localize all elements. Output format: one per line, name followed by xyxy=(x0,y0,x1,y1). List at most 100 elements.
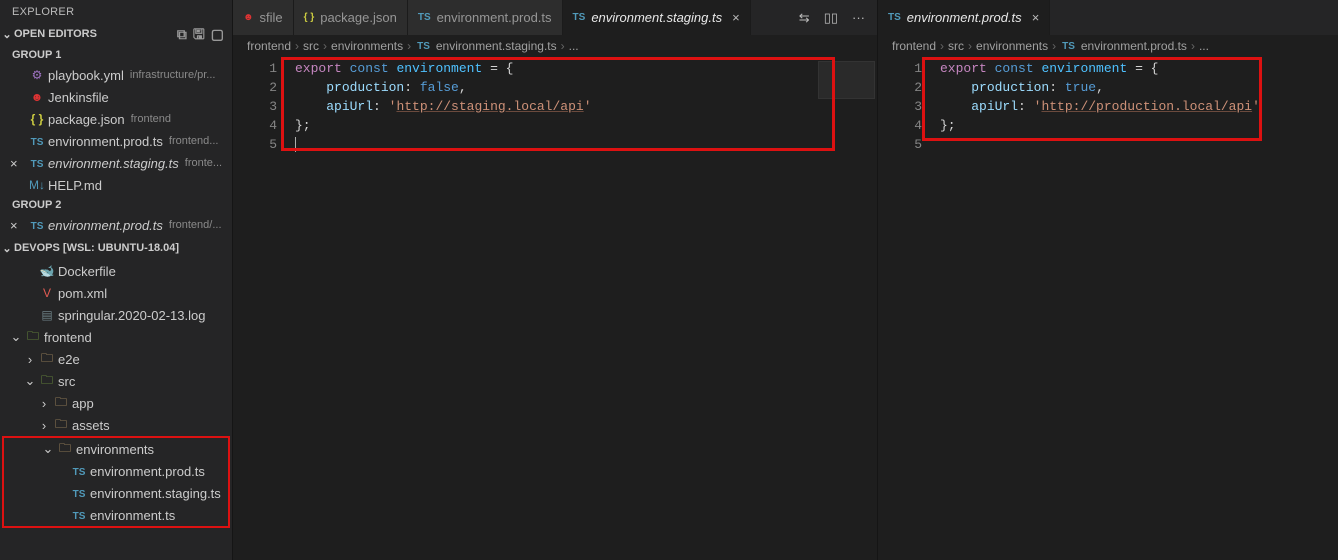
file-icon: TS xyxy=(573,12,586,23)
tree-label: app xyxy=(72,396,94,411)
tree-item[interactable]: Vpom.xml xyxy=(0,282,232,304)
environments-highlight-box: ⌄🗀environments TSenvironment.prod.tsTSen… xyxy=(2,436,230,528)
editor-tab[interactable]: TSenvironment.prod.ts× xyxy=(878,0,1050,35)
file-name: environment.prod.ts xyxy=(48,134,163,149)
save-all-icon[interactable]: 🖫 xyxy=(193,27,205,41)
workspace-label: DEVOPS [WSL: UBUNTU-18.04] xyxy=(14,242,179,254)
file-name: HELP.md xyxy=(48,178,102,193)
close-icon[interactable]: × xyxy=(10,218,26,233)
editor-tab[interactable]: ☻ sfile xyxy=(233,0,294,35)
chevron-icon: ⌄ xyxy=(24,373,36,389)
file-icon: 🗀 xyxy=(36,349,58,370)
tree-label: environment.prod.ts xyxy=(90,464,205,479)
tab-label: environment.prod.ts xyxy=(437,10,552,25)
close-icon[interactable]: × xyxy=(10,156,26,171)
explorer-title: EXPLORER xyxy=(0,0,232,22)
file-icon: TS xyxy=(68,486,90,500)
tree-label: environment.ts xyxy=(90,508,175,523)
file-icon: 🗀 xyxy=(22,327,44,348)
tree-item[interactable]: ›🗀e2e xyxy=(0,348,232,370)
file-path: infrastructure/pr... xyxy=(130,69,216,81)
tree-label: environments xyxy=(76,442,154,457)
file-icon: 🐋 xyxy=(36,264,58,278)
code-right[interactable]: 12345 export const environment = { produ… xyxy=(878,57,1338,560)
file-icon: TS xyxy=(888,12,901,23)
tab-label: package.json xyxy=(320,10,397,25)
file-name: environment.staging.ts xyxy=(48,156,179,171)
code-highlight-box xyxy=(922,57,1262,141)
file-icon: 🗀 xyxy=(50,415,72,436)
toggle-layout-icon[interactable]: ▢ xyxy=(211,27,224,41)
breadcrumbs-right[interactable]: frontend› src› environments› TS environm… xyxy=(878,35,1338,57)
tree-item[interactable]: TSenvironment.prod.ts xyxy=(4,460,228,482)
workspace-header[interactable]: ⌄ DEVOPS [WSL: UBUNTU-18.04] xyxy=(0,236,232,260)
breadcrumbs-left[interactable]: frontend› src› environments› TS environm… xyxy=(233,35,877,57)
file-icon: ☻ xyxy=(243,12,254,23)
ts-icon: TS xyxy=(1062,41,1075,52)
open-editor-item[interactable]: ×TSenvironment.prod.ts frontend/... xyxy=(0,214,232,236)
tree-item[interactable]: ›🗀app xyxy=(0,392,232,414)
tree-item[interactable]: ⌄🗀environments xyxy=(4,438,228,460)
tree-label: environment.staging.ts xyxy=(90,486,221,501)
file-icon: ▤ xyxy=(36,308,58,322)
file-icon: TS xyxy=(418,12,431,23)
file-name: package.json xyxy=(48,112,125,127)
tree-label: springular.2020-02-13.log xyxy=(58,308,205,323)
more-icon[interactable]: ··· xyxy=(852,10,865,25)
open-editor-item[interactable]: ☻Jenkinsfile xyxy=(0,86,232,108)
tree-label: assets xyxy=(72,418,110,433)
tree-item[interactable]: TSenvironment.ts xyxy=(4,504,228,526)
compare-icon[interactable]: ⇆ xyxy=(799,10,810,26)
tree-item[interactable]: ▤springular.2020-02-13.log xyxy=(0,304,232,326)
file-name: playbook.yml xyxy=(48,68,124,83)
code-left[interactable]: 12345 export const environment = { produ… xyxy=(233,57,877,560)
editor-tab[interactable]: { }package.json xyxy=(294,0,408,35)
open-editor-item[interactable]: ⚙playbook.yml infrastructure/pr... xyxy=(0,64,232,86)
file-icon: TS xyxy=(68,508,90,522)
close-icon[interactable]: × xyxy=(732,10,740,25)
file-path: frontend/... xyxy=(169,219,222,231)
explorer-sidebar: EXPLORER ⌄ OPEN EDITORS ⧉ 🖫 ▢ GROUP 1 ⚙p… xyxy=(0,0,232,560)
tree-label: e2e xyxy=(58,352,80,367)
editor-right-pane: TSenvironment.prod.ts× frontend› src› en… xyxy=(877,0,1338,560)
open-editor-item[interactable]: TSenvironment.prod.tsfrontend... xyxy=(0,130,232,152)
file-name: Jenkinsfile xyxy=(48,90,109,105)
open-editor-item[interactable]: ×TSenvironment.staging.tsfronte... xyxy=(0,152,232,174)
tree-item[interactable]: ⌄🗀frontend xyxy=(0,326,232,348)
chevron-icon: ⌄ xyxy=(42,441,54,457)
file-icon: ⚙ xyxy=(26,68,48,82)
file-icon: 🗀 xyxy=(36,371,58,392)
chevron-icon: › xyxy=(38,396,50,411)
open-editor-item[interactable]: { }package.json frontend xyxy=(0,108,232,130)
file-icon: 🗀 xyxy=(50,393,72,414)
file-path: frontend xyxy=(131,113,171,125)
editor-tab[interactable]: TS environment.prod.ts xyxy=(408,0,563,35)
file-icon: TS xyxy=(26,218,48,232)
chevron-down-icon: ⌄ xyxy=(0,28,14,41)
open-editor-item[interactable]: M↓HELP.md xyxy=(0,174,232,196)
file-path: frontend... xyxy=(169,135,219,147)
tab-label: sfile xyxy=(260,10,283,25)
new-untitled-icon[interactable]: ⧉ xyxy=(177,27,187,41)
file-icon: { } xyxy=(26,112,48,126)
file-name: environment.prod.ts xyxy=(48,218,163,233)
tree-item[interactable]: 🐋Dockerfile xyxy=(0,260,232,282)
editors-area: ☻sfile{ }package.jsonTSenvironment.prod.… xyxy=(232,0,1338,560)
tree-item[interactable]: ⌄🗀src xyxy=(0,370,232,392)
editor-left-pane: ☻ sfile { }package.json TS environment.prod.… xyxy=(232,0,877,560)
close-icon[interactable]: × xyxy=(1032,10,1040,25)
open-editors-header[interactable]: ⌄ OPEN EDITORS ⧉ 🖫 ▢ xyxy=(0,22,232,46)
group-2-label: GROUP 2 xyxy=(0,196,232,214)
file-icon: TS xyxy=(68,464,90,478)
file-icon: M↓ xyxy=(26,178,48,192)
tab-label: environment.staging.ts xyxy=(591,10,722,25)
split-editor-icon[interactable]: ▯▯ xyxy=(824,10,838,26)
chevron-icon: › xyxy=(24,352,36,367)
code-highlight-box xyxy=(281,57,835,151)
group-1-label: GROUP 1 xyxy=(0,46,232,64)
editor-tab[interactable]: TS environment.staging.ts × xyxy=(563,0,751,35)
tree-item[interactable]: ›🗀assets xyxy=(0,414,232,436)
file-path: fronte... xyxy=(185,157,222,169)
ts-icon: TS xyxy=(417,41,430,52)
tree-item[interactable]: TSenvironment.staging.ts xyxy=(4,482,228,504)
